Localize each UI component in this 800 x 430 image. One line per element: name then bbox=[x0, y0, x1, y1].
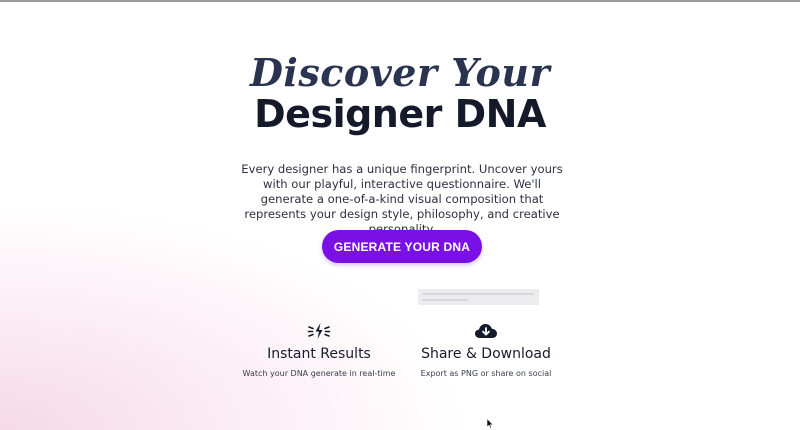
feature-subtitle: Export as PNG or share on social bbox=[420, 369, 552, 378]
feature-instant-results: Instant Results Watch your DNA generate … bbox=[240, 322, 398, 378]
faded-tooltip bbox=[418, 289, 539, 305]
hero-title-main: Designer DNA bbox=[254, 92, 546, 136]
feature-subtitle: Watch your DNA generate in real-time bbox=[242, 369, 396, 378]
generate-dna-button[interactable]: GENERATE YOUR DNA bbox=[322, 230, 482, 263]
hero-description: Every designer has a unique fingerprint.… bbox=[241, 162, 563, 236]
hero-title-script: Discover Your bbox=[249, 50, 551, 95]
mouse-cursor-icon bbox=[486, 418, 494, 429]
cloud-download-icon bbox=[475, 324, 497, 338]
lightning-icon bbox=[307, 323, 331, 339]
feature-title: Share & Download bbox=[421, 346, 551, 362]
feature-share-download: Share & Download Export as PNG or share … bbox=[410, 322, 562, 378]
window-top-border bbox=[0, 0, 800, 2]
feature-title: Instant Results bbox=[267, 346, 371, 362]
